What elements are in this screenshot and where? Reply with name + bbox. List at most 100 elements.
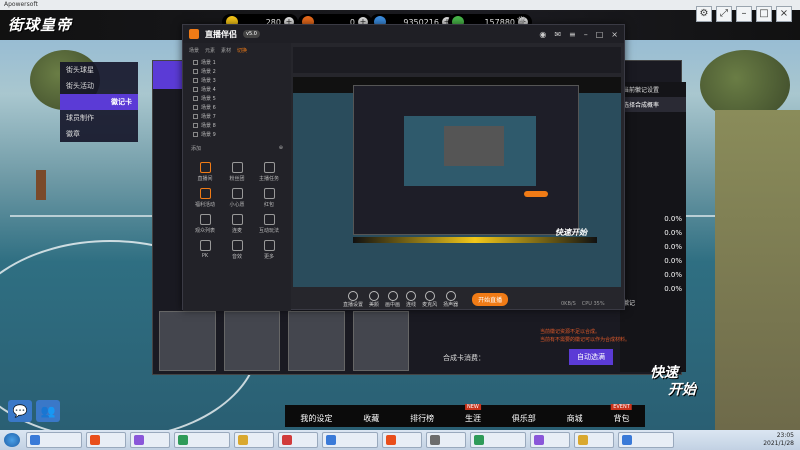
maximize-button[interactable]: □ xyxy=(756,6,772,22)
taskbar-item[interactable] xyxy=(574,432,614,448)
checkbox-icon[interactable] xyxy=(193,132,198,137)
nav-item[interactable]: NEW 生涯 xyxy=(465,404,481,424)
nav-item[interactable]: EVENT 背包 xyxy=(611,404,632,424)
card-slot[interactable] xyxy=(352,311,409,371)
tab-material[interactable]: 素材 xyxy=(221,47,231,54)
tool-item[interactable]: 红包 xyxy=(253,188,285,208)
start-live-button[interactable]: 开始直播 xyxy=(472,292,509,306)
side-menu-item[interactable]: 徽章 xyxy=(60,126,138,142)
taskbar-item[interactable] xyxy=(278,432,318,448)
side-menu-item[interactable]: 球员制作 xyxy=(60,110,138,126)
checkbox-icon[interactable] xyxy=(193,69,198,74)
taskbar-item[interactable] xyxy=(470,432,526,448)
speaker-button[interactable]: 扬声器 xyxy=(443,290,458,308)
tab-element[interactable]: 元素 xyxy=(205,47,215,54)
menu-icon[interactable]: ≡ xyxy=(569,30,576,39)
checkbox-icon[interactable] xyxy=(193,87,198,92)
tool-item[interactable]: 主播任务 xyxy=(253,162,285,182)
friends-icon[interactable]: 👥 xyxy=(36,400,60,422)
taskbar-item[interactable] xyxy=(382,432,422,448)
avatar[interactable]: ◉ xyxy=(539,30,546,39)
taskbar-item[interactable] xyxy=(618,432,674,448)
taskbar-item[interactable] xyxy=(322,432,378,448)
taskbar-item[interactable] xyxy=(530,432,570,448)
taskbar-item[interactable] xyxy=(26,432,82,448)
microphone-icon xyxy=(424,290,435,301)
tab-switch[interactable]: 切换 xyxy=(237,47,247,54)
nav-item[interactable]: 收藏 xyxy=(363,413,379,424)
tool-item[interactable]: 更多 xyxy=(253,240,285,260)
checkbox-icon[interactable] xyxy=(193,78,198,83)
tool-item[interactable]: 观众列表 xyxy=(189,214,221,234)
pip-button[interactable]: 画中画 xyxy=(385,290,401,308)
side-menu-item-active[interactable]: 徽记卡 xyxy=(60,94,138,110)
tool-item[interactable]: 连麦 xyxy=(221,214,253,234)
maximize-button[interactable]: □ xyxy=(596,30,604,39)
add-scene-button[interactable]: 添加 xyxy=(191,145,201,152)
scene-item[interactable]: 场景 1 xyxy=(183,58,291,67)
tool-item[interactable]: 福利活动 xyxy=(189,188,221,208)
scene-item[interactable]: 场景 3 xyxy=(183,76,291,85)
mail-icon[interactable]: ✉ xyxy=(554,30,561,39)
taskbar-item[interactable] xyxy=(130,432,170,448)
nav-item[interactable]: 商城 xyxy=(567,413,583,424)
card-slot[interactable] xyxy=(159,311,216,371)
taskbar-item[interactable] xyxy=(234,432,274,448)
beauty-button[interactable]: 美颜 xyxy=(369,290,379,308)
chat-icon[interactable]: 💬 xyxy=(8,400,32,422)
tool-item[interactable]: 直播间 xyxy=(189,162,221,182)
card-slot[interactable] xyxy=(223,311,280,371)
bitrate-stat: 0KB/S xyxy=(561,301,576,307)
tool-item[interactable]: PK xyxy=(189,240,221,260)
taskbar-item[interactable] xyxy=(426,432,466,448)
close-button[interactable]: × xyxy=(776,6,792,22)
percent-value: 0.0% xyxy=(664,229,682,237)
nav-item[interactable]: 我的设定 xyxy=(300,413,332,424)
add-icon[interactable]: ⊕ xyxy=(279,145,283,152)
start-button[interactable] xyxy=(4,433,20,447)
tool-label: 小心愿 xyxy=(229,202,245,208)
close-button[interactable]: × xyxy=(611,30,618,39)
scene-item[interactable]: 场景 8 xyxy=(183,121,291,130)
auto-select-button[interactable]: 自动选满 xyxy=(569,349,613,365)
taskbar-item[interactable] xyxy=(86,432,126,448)
card-slot[interactable] xyxy=(288,311,345,371)
fullscreen-icon[interactable]: ⤢ xyxy=(716,6,732,22)
scene-item[interactable]: 场景 7 xyxy=(183,112,291,121)
scene-item[interactable]: 场景 6 xyxy=(183,103,291,112)
checkbox-icon[interactable] xyxy=(193,123,198,128)
scene-item[interactable]: 场景 4 xyxy=(183,85,291,94)
scene-label: 场景 7 xyxy=(201,114,216,120)
taskbar-item[interactable] xyxy=(174,432,230,448)
checkbox-icon[interactable] xyxy=(193,60,198,65)
btool-label: 画中画 xyxy=(385,301,401,308)
tool-item[interactable]: 小心愿 xyxy=(221,188,253,208)
microphone-button[interactable]: 麦克风 xyxy=(422,290,437,308)
checkbox-icon[interactable] xyxy=(193,96,198,101)
wish-icon xyxy=(231,188,243,199)
nav-item[interactable]: 俱乐部 xyxy=(512,413,536,424)
scene-item[interactable]: 场景 9 xyxy=(183,130,291,139)
checkbox-icon[interactable] xyxy=(193,114,198,119)
tool-item[interactable]: 音效 xyxy=(221,240,253,260)
connect-button[interactable]: 连线 xyxy=(406,290,416,308)
scene-item[interactable]: 场景 5 xyxy=(183,94,291,103)
side-menu-item[interactable]: 街头活动 xyxy=(60,78,138,94)
settings-icon[interactable]: ⚙ xyxy=(696,6,712,22)
minimize-button[interactable]: – xyxy=(584,30,588,39)
side-menu-item[interactable]: 街头球星 xyxy=(60,62,138,78)
system-clock[interactable]: 23:05 2021/1/28 xyxy=(763,432,800,448)
checkbox-icon[interactable] xyxy=(193,105,198,110)
tab-scene[interactable]: 场景 xyxy=(189,47,199,54)
quick-start-button[interactable]: 快速 开始 xyxy=(650,365,746,425)
nav-item[interactable]: 排行榜 xyxy=(410,413,434,424)
tool-item[interactable]: 粉丝团 xyxy=(221,162,253,182)
nav-label: 俱乐部 xyxy=(511,414,536,423)
live-settings-button[interactable]: 直播设置 xyxy=(343,290,363,308)
tool-item[interactable]: 互动玩法 xyxy=(253,214,285,234)
window-controls: ⚙ ⤢ – □ × xyxy=(696,0,800,34)
scene-item[interactable]: 场景 2 xyxy=(183,67,291,76)
percent-value: 0.0% xyxy=(664,243,682,251)
minimize-button[interactable]: – xyxy=(736,6,752,22)
tool-label: 粉丝团 xyxy=(229,176,245,182)
